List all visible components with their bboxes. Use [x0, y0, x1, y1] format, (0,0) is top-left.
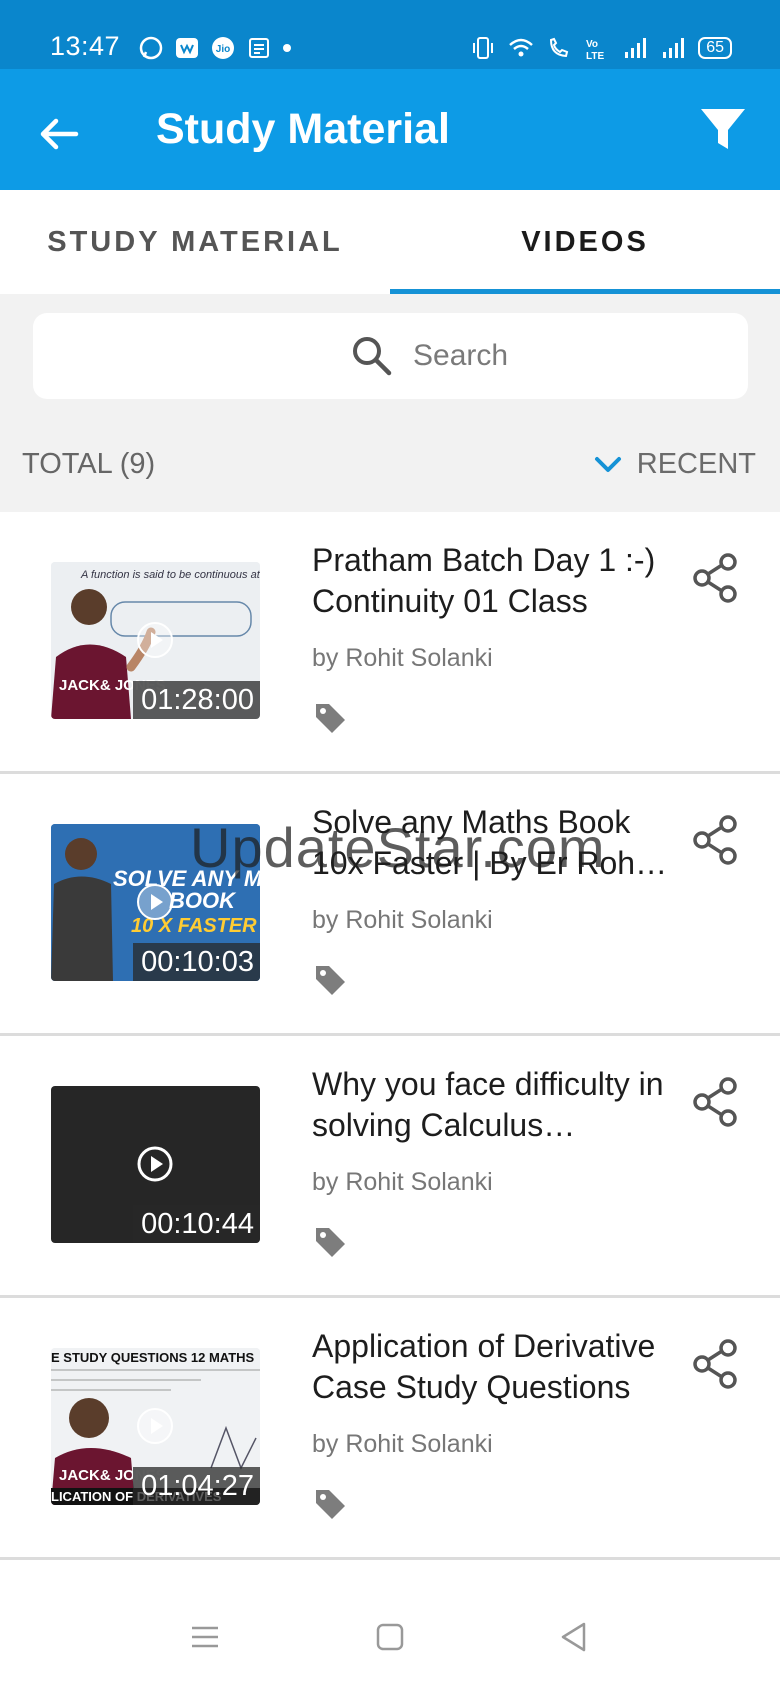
thumbnail-caption: A function is said to be continuous at x: [80, 569, 260, 581]
tab-videos[interactable]: VIDEOS: [390, 190, 780, 294]
video-duration: 00:10:44: [133, 1205, 260, 1243]
svg-text:LTE: LTE: [586, 51, 604, 61]
video-title[interactable]: Application of Derivative Case Study Que…: [312, 1326, 670, 1408]
svg-text:Jio: Jio: [216, 44, 230, 55]
video-author: by Rohit Solanki: [312, 644, 493, 672]
list-item[interactable]: 00:10:44 Why you face difficulty in solv…: [0, 1036, 780, 1298]
search-box[interactable]: [33, 313, 748, 399]
play-icon: [137, 622, 173, 658]
share-icon[interactable]: [690, 1076, 740, 1128]
back-icon[interactable]: [557, 1620, 591, 1654]
dot-icon: [283, 44, 291, 52]
sort-dropdown[interactable]: RECENT: [593, 448, 756, 481]
play-icon: [137, 884, 173, 920]
app-icon: [176, 38, 198, 58]
filter-icon[interactable]: [696, 103, 750, 157]
tab-bar: STUDY MATERIAL VIDEOS: [0, 190, 780, 294]
video-list: A function is said to be continuous at x…: [0, 512, 780, 1620]
tag-icon[interactable]: [312, 1486, 348, 1522]
share-icon[interactable]: [690, 552, 740, 604]
tab-indicator: [390, 289, 780, 294]
home-icon[interactable]: [373, 1620, 407, 1654]
chevron-down-icon: [594, 456, 621, 472]
total-count: TOTAL (9): [22, 448, 156, 480]
search-icon: [353, 337, 392, 376]
system-nav-bar: [0, 1582, 780, 1690]
tag-icon[interactable]: [312, 700, 348, 736]
list-item[interactable]: A function is said to be continuous at x…: [0, 512, 780, 774]
video-duration: 01:28:00: [133, 681, 260, 719]
volte-lte-icon: VoLTE: [586, 39, 604, 61]
status-time: 13:47: [50, 31, 121, 61]
tag-icon[interactable]: [312, 1224, 348, 1260]
video-author: by Rohit Solanki: [312, 1168, 493, 1196]
whatsapp-icon: [139, 36, 163, 60]
video-duration: 01:04:27: [133, 1467, 260, 1505]
tag-icon[interactable]: [312, 962, 348, 998]
video-title[interactable]: Why you face difficulty in solving Calcu…: [312, 1064, 670, 1146]
video-thumbnail[interactable]: A function is said to be continuous at x…: [51, 562, 260, 719]
video-author: by Rohit Solanki: [312, 1430, 493, 1458]
share-icon[interactable]: [690, 1338, 740, 1390]
share-icon[interactable]: [690, 814, 740, 866]
status-bar: 13:47 Jio Vo LTE 65: [0, 0, 780, 69]
watermark: UpdateStar.com: [190, 816, 606, 879]
app-bar: Study Material: [0, 69, 780, 190]
list-item[interactable]: E STUDY QUESTIONS 12 MATHS JACK& JONES L…: [0, 1298, 780, 1560]
sort-label: RECENT: [636, 448, 756, 480]
news-icon: [249, 38, 269, 58]
video-thumbnail[interactable]: E STUDY QUESTIONS 12 MATHS JACK& JONES L…: [51, 1348, 260, 1505]
tab-study-material[interactable]: STUDY MATERIAL: [0, 190, 390, 294]
play-icon: [137, 1146, 173, 1182]
video-author: by Rohit Solanki: [312, 906, 493, 934]
menu-icon[interactable]: [188, 1620, 222, 1654]
play-icon: [137, 1408, 173, 1444]
thumbnail-caption: BOOK: [169, 888, 237, 913]
search-input[interactable]: [413, 333, 713, 379]
thumbnail-caption: E STUDY QUESTIONS 12 MATHS: [51, 1350, 255, 1365]
svg-text:Vo: Vo: [586, 39, 598, 50]
list-item[interactable]: SOLVE ANY MATHS BOOK 10 X FASTER 00:10:0…: [0, 774, 780, 1036]
battery-icon: 65: [698, 37, 732, 59]
page-title: Study Material: [156, 105, 450, 153]
back-arrow-icon[interactable]: [34, 109, 84, 159]
volte-call-icon: [550, 37, 569, 58]
video-title[interactable]: Pratham Batch Day 1 :-) Continuity 01 Cl…: [312, 540, 670, 622]
vibrate-icon: [473, 37, 494, 59]
jio-icon: Jio: [212, 37, 234, 59]
wifi-icon: [509, 38, 534, 57]
signal-icon: [625, 38, 647, 58]
video-duration: 00:10:03: [133, 943, 260, 981]
list-header: TOTAL (9) RECENT: [0, 430, 780, 500]
signal-icon: [663, 38, 685, 58]
video-thumbnail[interactable]: 00:10:44: [51, 1086, 260, 1243]
